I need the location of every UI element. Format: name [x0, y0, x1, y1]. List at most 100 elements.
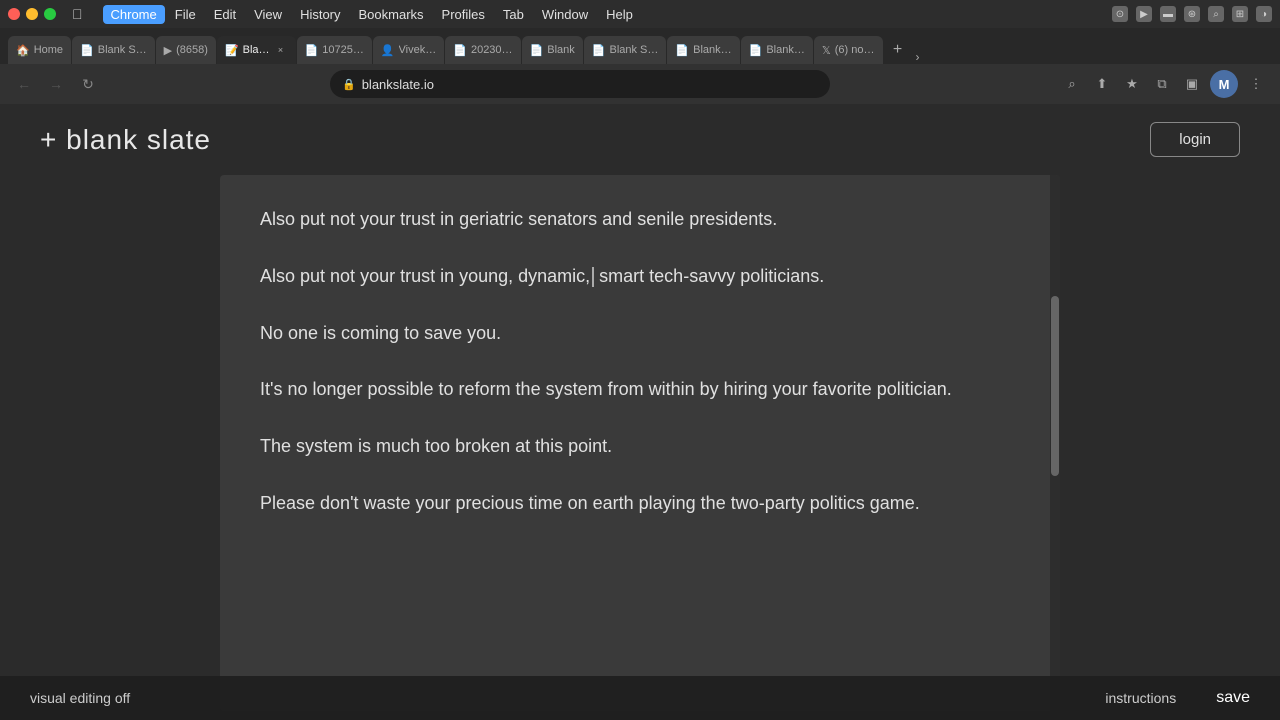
scrollbar-thumb[interactable]: [1051, 296, 1059, 476]
split-view-icon[interactable]: ▣: [1180, 72, 1204, 96]
tab-favicon: ▶: [164, 44, 172, 57]
menu-bookmarks[interactable]: Bookmarks: [351, 5, 432, 24]
address-bar: ← → ↻ 🔒 blankslate.io ⌕ ⬆ ★ ⧉ ▣ M ⋮: [0, 64, 1280, 104]
minimize-button[interactable]: [26, 8, 38, 20]
menu-profiles[interactable]: Profiles: [434, 5, 493, 24]
tab-tab5[interactable]: 📄10725…: [297, 36, 372, 64]
tab-favicon: 📝: [225, 44, 239, 57]
instructions-button[interactable]: instructions: [1105, 690, 1176, 706]
tab-favicon: 🏠: [16, 44, 30, 57]
editor-paragraph[interactable]: Also put not your trust in young, dynami…: [260, 262, 1020, 291]
main-content: Also put not your trust in geriatric sen…: [0, 175, 1280, 711]
profile-button[interactable]: M: [1210, 70, 1238, 98]
menu-file[interactable]: File: [167, 5, 204, 24]
menu-bar: Chrome File Edit View History Bookmarks …: [103, 5, 641, 24]
tab-label: 20230…: [471, 44, 513, 56]
share-icon[interactable]: ⬆: [1090, 72, 1114, 96]
url-bar[interactable]: 🔒 blankslate.io: [330, 70, 830, 98]
tab-close-button[interactable]: ×: [274, 43, 288, 57]
tab-label: Home: [34, 44, 63, 56]
tab-label: Blank: [547, 44, 575, 56]
tab-blank5[interactable]: 📄Blank…: [741, 36, 813, 64]
tab-home[interactable]: 🏠 Home: [8, 36, 71, 64]
app-header: + blank slate login: [0, 104, 1280, 175]
menu-tab[interactable]: Tab: [495, 5, 532, 24]
tab-favicon: 📄: [592, 44, 606, 57]
title-bar-controls: ⊙ ▶ ▬ ⊛ ⌕ ⊞ ◑: [1112, 6, 1272, 22]
traffic-lights: [8, 8, 56, 20]
menu-edit[interactable]: Edit: [206, 5, 244, 24]
screen-record-icon[interactable]: ⊙: [1112, 6, 1128, 22]
search-icon[interactable]: ⌕: [1060, 72, 1084, 96]
reload-button[interactable]: ↻: [76, 72, 100, 96]
tab-vivek[interactable]: 👤 Vivek…: [373, 36, 444, 64]
menu-history[interactable]: History: [292, 5, 348, 24]
url-text[interactable]: blankslate.io: [362, 77, 434, 92]
menu-window[interactable]: Window: [534, 5, 596, 24]
tab-youtube[interactable]: ▶ (8658): [156, 36, 216, 64]
tab-label: Blank S…: [609, 44, 658, 56]
visual-editing-toggle[interactable]: visual editing off: [30, 690, 130, 706]
tab-favicon: 📄: [749, 44, 763, 57]
toolbar-right: instructions save: [1105, 689, 1250, 707]
app-logo: + blank slate: [40, 124, 211, 156]
lock-icon: 🔒: [342, 78, 356, 91]
tab-bar: 🏠Home📄Blank S…▶(8658)📝Bla…×📄10725…👤Vivek…: [0, 28, 1280, 64]
save-button[interactable]: save: [1216, 689, 1250, 707]
title-bar:  Chrome File Edit View History Bookmark…: [0, 0, 1280, 28]
editor-paragraph[interactable]: No one is coming to save you.: [260, 319, 1020, 348]
maximize-button[interactable]: [44, 8, 56, 20]
tab-bla-active[interactable]: 📝 Bla… ×: [217, 36, 296, 64]
scrollbar[interactable]: [1050, 175, 1060, 711]
bottom-toolbar: visual editing off instructions save: [0, 676, 1280, 720]
tab-label: Blank S…: [98, 44, 147, 56]
search-icon[interactable]: ⌕: [1208, 6, 1224, 22]
tab-twitter[interactable]: 𝕏 (6) no…: [814, 36, 883, 64]
close-button[interactable]: [8, 8, 20, 20]
menu-view[interactable]: View: [246, 5, 290, 24]
content-editor[interactable]: Also put not your trust in geriatric sen…: [220, 175, 1060, 711]
menu-help[interactable]: Help: [598, 5, 641, 24]
editor-paragraph[interactable]: It's no longer possible to reform the sy…: [260, 375, 1020, 404]
editor-paragraph[interactable]: The system is much too broken at this po…: [260, 432, 1020, 461]
notification-icon[interactable]: ◑: [1256, 6, 1272, 22]
tab-label: (8658): [176, 44, 208, 56]
tabs-chevron[interactable]: ›: [916, 50, 920, 64]
tab-label: Vivek…: [399, 44, 437, 56]
tab-tab7[interactable]: 📄 20230…: [445, 36, 520, 64]
more-options-icon[interactable]: ⋮: [1244, 72, 1268, 96]
forward-button[interactable]: →: [44, 72, 68, 96]
tabs-container: 🏠Home📄Blank S…▶(8658)📝Bla…×📄10725…👤Vivek…: [8, 36, 884, 64]
editor-paragraph[interactable]: Please don't waste your precious time on…: [260, 489, 1020, 518]
tab-label: Bla…: [243, 44, 270, 56]
battery-icon: ▬: [1160, 6, 1176, 22]
extensions-icon[interactable]: ⧉: [1150, 72, 1174, 96]
editor-text[interactable]: Also put not your trust in geriatric sen…: [260, 205, 1020, 518]
tab-label: (6) no…: [835, 44, 875, 56]
tab-favicon: 📄: [305, 44, 319, 57]
address-bar-actions: ⌕ ⬆ ★ ⧉ ▣ M ⋮: [1060, 70, 1268, 98]
tab-blank3[interactable]: 📄Blank S…: [584, 36, 667, 64]
editor-paragraph[interactable]: Also put not your trust in geriatric sen…: [260, 205, 1020, 234]
tab-blank2[interactable]: 📄Blank: [522, 36, 583, 64]
control-center-icon[interactable]: ⊞: [1232, 6, 1248, 22]
tab-blank4[interactable]: 📄 Blank…: [667, 36, 739, 64]
tab-favicon: 📄: [675, 44, 689, 57]
tab-favicon: 👤: [381, 44, 395, 57]
bookmark-icon[interactable]: ★: [1120, 72, 1144, 96]
page-content: + blank slate login Also put not your tr…: [0, 104, 1280, 720]
tab-label: Blank…: [693, 44, 732, 56]
login-button[interactable]: login: [1150, 122, 1240, 157]
media-icon[interactable]: ▶: [1136, 6, 1152, 22]
tab-blank1[interactable]: 📄 Blank S…: [72, 36, 155, 64]
tab-label: 10725…: [322, 44, 364, 56]
menu-chrome[interactable]: Chrome: [103, 5, 165, 24]
apple-icon: : [72, 6, 83, 22]
tab-favicon: 𝕏: [822, 44, 831, 57]
wifi-icon: ⊛: [1184, 6, 1200, 22]
new-tab-button[interactable]: +: [884, 36, 912, 64]
back-button[interactable]: ←: [12, 72, 36, 96]
tab-favicon: 📄: [453, 44, 467, 57]
tab-label: Blank…: [766, 44, 805, 56]
tab-favicon: 📄: [80, 44, 94, 57]
